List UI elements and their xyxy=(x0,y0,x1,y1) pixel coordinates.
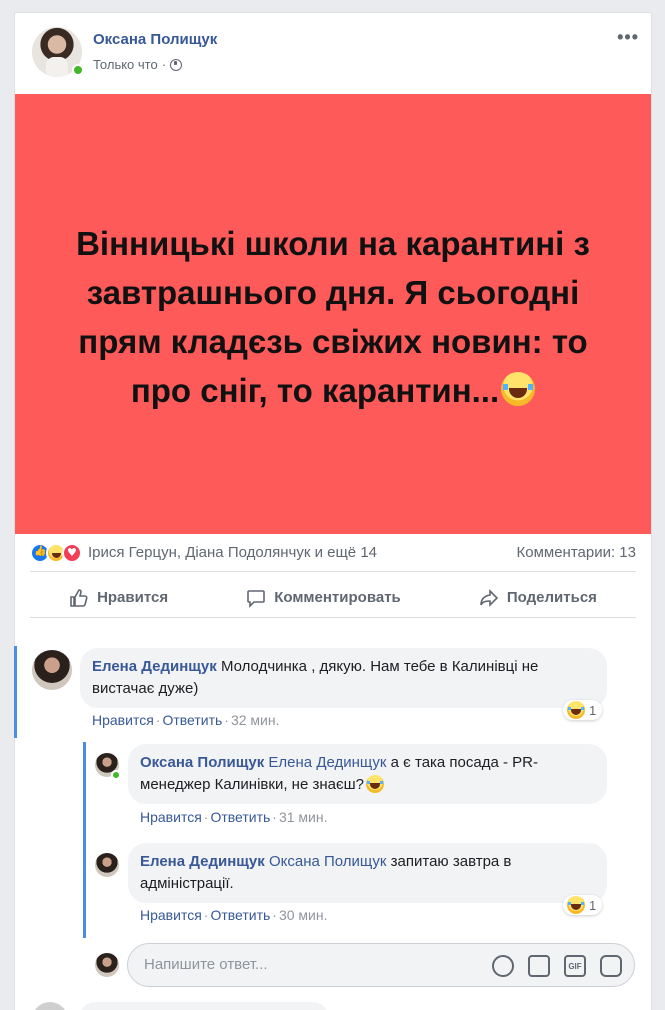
comments-count[interactable]: Комментарии: 13 xyxy=(517,544,637,561)
online-status-icon xyxy=(72,64,84,76)
reply-like-link[interactable]: Нравится xyxy=(140,809,202,825)
reply-bubble: Елена Дединщук Оксана Полищук запитаю за… xyxy=(128,843,607,903)
reaction-count: 1 xyxy=(589,897,597,913)
tears-of-joy-emoji-icon xyxy=(366,775,384,793)
comment-reaction[interactable]: 1 xyxy=(563,700,603,720)
post-header: Оксана Полищук Только что · ••• xyxy=(15,13,651,93)
current-user-avatar[interactable] xyxy=(95,953,119,977)
post-meta: Только что · xyxy=(93,57,183,72)
comment-reply-link[interactable]: Ответить xyxy=(162,712,222,728)
reply-input[interactable]: Напишите ответ... GIF xyxy=(127,943,635,987)
comment-label: Комментировать xyxy=(274,589,401,606)
reply-mention[interactable]: Елена Дединщук xyxy=(268,754,386,771)
comment-bubble: Елена Дединщук Молодчинка , дякую. Нам т… xyxy=(80,648,607,708)
reply-mention[interactable]: Оксана Полищук xyxy=(269,853,387,870)
comment-time[interactable]: 32 мин. xyxy=(231,712,280,728)
reactions-bar: Ірися Герцун, Діана Подолянчук и ещё 14 … xyxy=(30,534,636,572)
reply-actions: Нравится · Ответить · 31 мин. xyxy=(140,809,328,825)
comment-like-link[interactable]: Нравится xyxy=(92,712,154,728)
emoji-icon[interactable] xyxy=(492,955,514,977)
reply-time[interactable]: 30 мин. xyxy=(279,907,328,923)
post-time[interactable]: Только что xyxy=(93,57,158,72)
reply-bubble: Оксана Полищук Елена Дединщук а є така п… xyxy=(128,744,607,804)
reaction-count: 1 xyxy=(589,702,597,718)
comment-actions: Нравится · Ответить · 32 мин. xyxy=(92,712,280,728)
post-banner: Вінницькі школи на карантині з завтрашнь… xyxy=(15,94,651,534)
gif-icon[interactable]: GIF xyxy=(564,955,586,977)
share-icon xyxy=(480,588,499,607)
comment-button[interactable]: Комментировать xyxy=(246,588,401,608)
globe-icon[interactable] xyxy=(170,58,183,71)
reply-reaction[interactable]: 1 xyxy=(563,895,603,915)
haha-icon xyxy=(567,701,585,719)
online-status-icon xyxy=(111,770,121,780)
reply-tools: GIF xyxy=(492,955,622,977)
reply-thread-indicator xyxy=(83,742,86,938)
love-icon xyxy=(62,542,82,563)
reply-reply-link[interactable]: Ответить xyxy=(210,907,270,923)
more-options-icon[interactable]: ••• xyxy=(617,27,639,48)
post-author-name[interactable]: Оксана Полищук xyxy=(93,31,217,48)
reply-author[interactable]: Оксана Полищук xyxy=(140,754,264,771)
comment-author[interactable]: Елена Дединщук xyxy=(92,658,217,675)
reaction-icons[interactable] xyxy=(30,542,82,563)
like-button[interactable]: Нравится xyxy=(69,588,168,608)
reply-placeholder: Напишите ответ... xyxy=(144,956,268,973)
thread-indicator xyxy=(14,646,17,738)
commenter-avatar[interactable] xyxy=(32,650,72,690)
sticker-icon[interactable] xyxy=(600,955,622,977)
comment-icon xyxy=(247,589,266,608)
meta-separator: · xyxy=(161,57,167,72)
like-label: Нравится xyxy=(97,589,169,606)
post-text-container: Вінницькі школи на карантині з завтрашнь… xyxy=(73,213,593,415)
thumbs-up-icon xyxy=(70,588,88,607)
next-comment-bubble xyxy=(80,1002,328,1010)
share-button[interactable]: Поделиться xyxy=(479,588,597,608)
reply-like-link[interactable]: Нравится xyxy=(140,907,202,923)
reply-time[interactable]: 31 мин. xyxy=(279,809,328,825)
reply-reply-link[interactable]: Ответить xyxy=(210,809,270,825)
share-label: Поделиться xyxy=(506,589,597,606)
reaction-names[interactable]: Ірися Герцун, Діана Подолянчук и ещё 14 xyxy=(88,544,377,561)
reply-author[interactable]: Елена Дединщук xyxy=(140,853,265,870)
haha-icon xyxy=(567,896,585,914)
reply-author-avatar[interactable] xyxy=(95,853,119,877)
tears-of-joy-emoji-icon xyxy=(501,372,536,406)
camera-icon[interactable] xyxy=(528,955,550,977)
reply-actions: Нравится · Ответить · 30 мин. xyxy=(140,907,328,923)
post-actions: Нравится Комментировать Поделиться xyxy=(30,578,636,618)
